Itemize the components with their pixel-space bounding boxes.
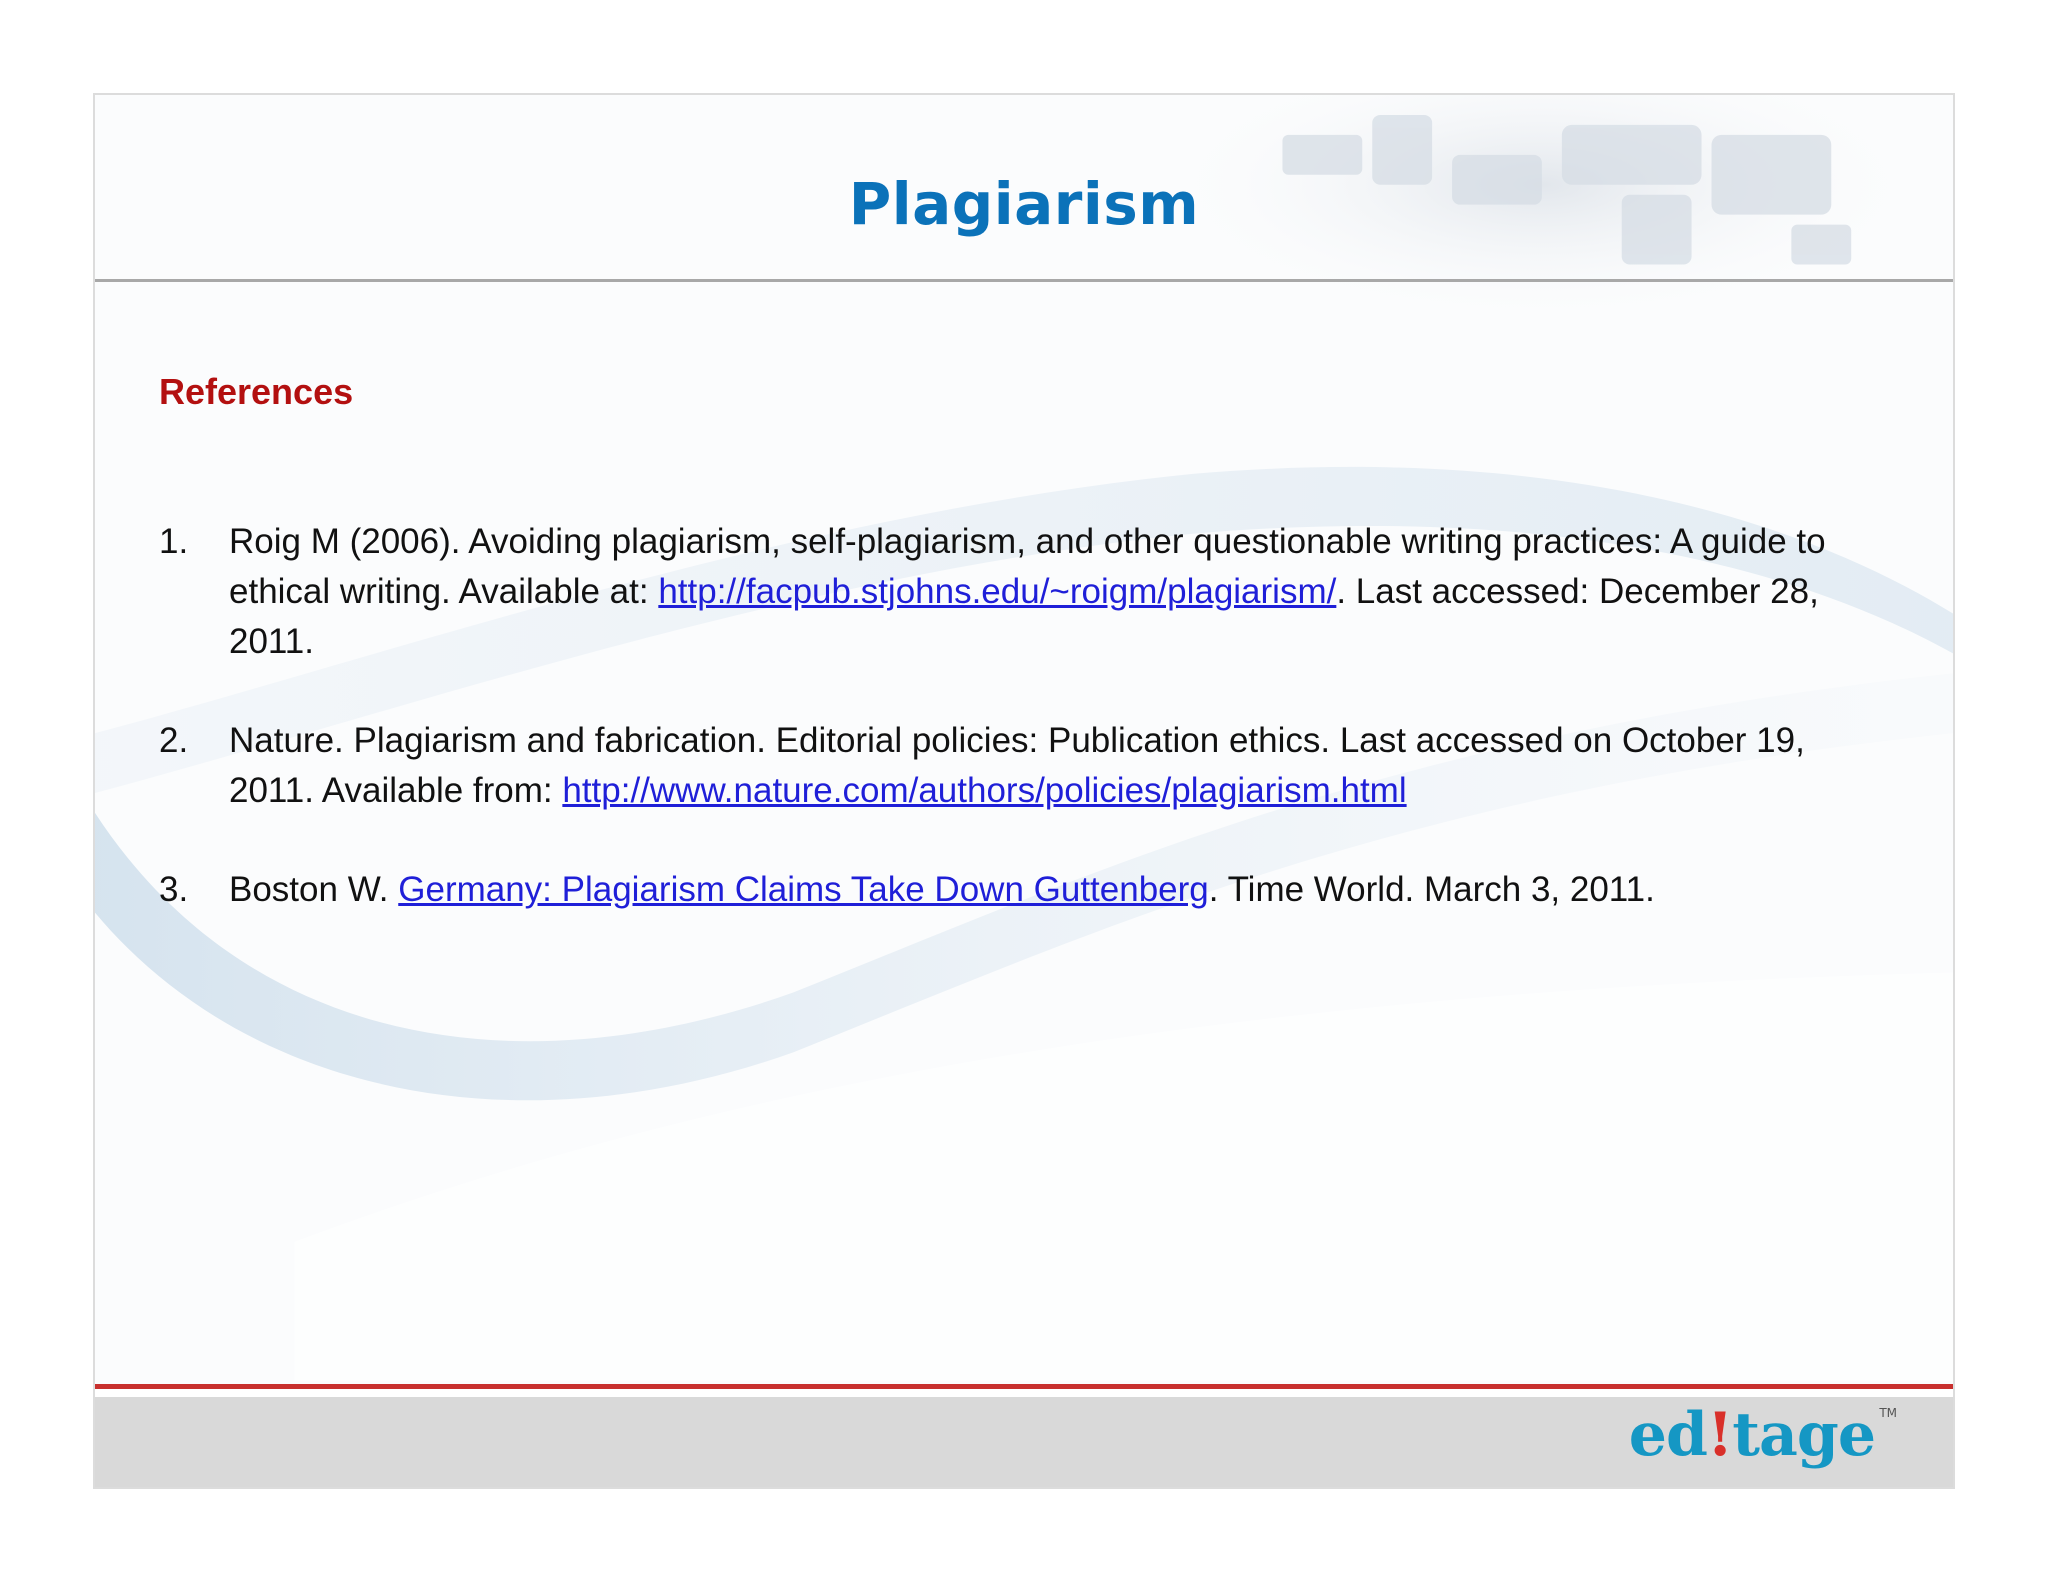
reference-number: 2. — [159, 721, 189, 760]
editage-logo: ed!tage TM — [1628, 1400, 1897, 1470]
section-heading: References — [159, 371, 354, 412]
trademark-mark: TM — [1879, 1406, 1897, 1420]
header-divider — [95, 279, 1953, 282]
reference-link[interactable]: http://www.nature.com/authors/policies/p… — [562, 771, 1406, 810]
reference-item: 1. Roig M (2006). Avoiding plagiarism, se… — [159, 517, 1879, 667]
slide-title: Plagiarism — [848, 170, 1200, 238]
reference-item: 3. Boston W. Germany: Plagiarism Claims T… — [159, 865, 1879, 915]
slide: Plagiarism References 1. Roig M (2006). A… — [93, 93, 1955, 1489]
footer-spacer — [95, 1389, 1953, 1397]
reference-text: . Time World. March 3, 2011. — [1208, 870, 1655, 909]
reference-text: Boston W. — [229, 870, 399, 909]
reference-list: 1. Roig M (2006). Avoiding plagiarism, se… — [159, 517, 1879, 964]
reference-number: 3. — [159, 870, 189, 909]
reference-link[interactable]: Germany: Plagiarism Claims Take Down Gut… — [398, 870, 1209, 909]
reference-number: 1. — [159, 522, 189, 561]
page: Plagiarism References 1. Roig M (2006). A… — [0, 0, 2048, 1582]
slide-header: Plagiarism — [95, 95, 1953, 279]
reference-item: 2. Nature. Plagiarism and fabrication. Ed… — [159, 716, 1879, 816]
reference-link[interactable]: http://facpub.stjohns.edu/~roigm/plagiar… — [658, 572, 1336, 611]
